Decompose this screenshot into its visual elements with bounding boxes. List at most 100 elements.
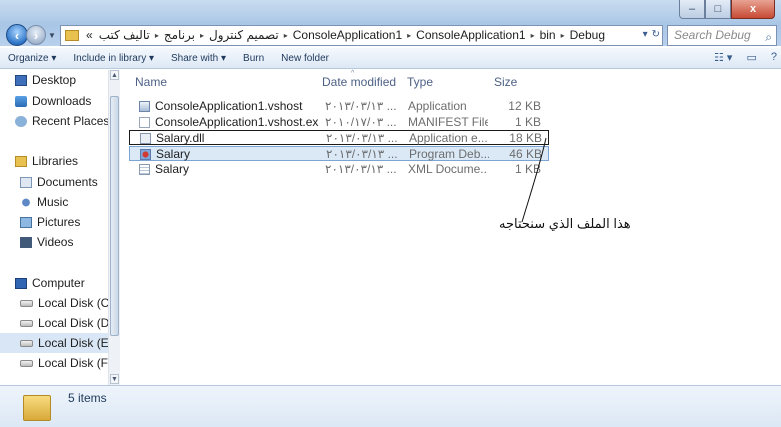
pictures-icon [20,216,32,228]
breadcrumb-item[interactable]: تاليف كتب [96,28,153,42]
address-dropdown-icon[interactable]: ▾ [643,29,648,40]
maximize-button[interactable]: □ [705,0,731,19]
organize-button[interactable]: Organize ▾ [8,53,56,64]
navigation-pane: Desktop Downloads Recent Places Librarie… [0,70,120,385]
details-pane: 5 items [0,385,781,427]
breadcrumb-item[interactable]: bin [537,28,559,42]
sidebar-item-libraries[interactable]: Libraries [0,151,110,171]
search-icon[interactable]: ⌕ [765,28,772,47]
refresh-icon[interactable]: ↻ [652,29,660,40]
sidebar-item-music[interactable]: Music [0,192,110,212]
window-controls: – □ x [679,0,775,20]
breadcrumb-arrow-icon[interactable]: ▸ [405,31,413,40]
sidebar-item-local-disk-e[interactable]: Local Disk (E:) [0,333,110,353]
command-bar: Organize ▾ Include in library ▾ Share wi… [0,48,781,69]
sidebar-item-label: Local Disk (F:) [38,356,110,370]
file-row-highlighted[interactable]: Salary.dll ٢٠١٣/٠٣/١٣ ... Application e.… [129,130,549,145]
scrollbar-thumb[interactable] [110,96,119,336]
breadcrumb-overflow[interactable]: « [83,28,96,42]
downloads-icon [15,95,27,107]
exe-icon [139,100,150,112]
navigation-pane-scrollbar[interactable]: ▲ ▼ [108,70,120,385]
breadcrumb-arrow-icon[interactable]: ▸ [153,31,161,40]
preview-pane-icon[interactable]: ▭ [746,51,756,64]
address-bar[interactable]: « تاليف كتب ▸ برنامج ▸ تصميم كنترول ▸ Conso… [60,24,663,46]
file-name-cell: Salary [140,147,320,161]
computer-icon [15,277,27,289]
sidebar-item-documents[interactable]: Documents [0,172,110,192]
include-in-library-button[interactable]: Include in library ▾ [73,53,154,64]
minimize-button[interactable]: – [679,0,705,19]
breadcrumb-arrow-icon[interactable]: ▸ [198,31,206,40]
search-input[interactable]: Search Debug ⌕ [667,24,777,47]
file-type: MANIFEST File [408,115,488,129]
sidebar-item-local-disk-d[interactable]: Local Disk (D:) [0,313,110,333]
back-button[interactable]: ‹ [6,24,28,46]
sidebar-item-local-disk-c[interactable]: Local Disk (C:) [0,293,110,313]
sidebar-item-label: Local Disk (D:) [38,316,110,330]
items-count: 5 items [68,391,107,405]
pdb-icon [140,148,151,160]
help-icon[interactable]: ? [771,51,777,64]
sidebar-item-computer[interactable]: Computer [0,273,110,293]
file-name-cell: Salary.dll [140,131,320,145]
disk-icon [20,339,33,347]
disk-icon [20,319,33,327]
file-date: ٢٠١٣/٠٣/١٣ ... [326,147,398,161]
sidebar-item-label: Local Disk (C:) [38,296,110,310]
sidebar-item-label: Pictures [37,215,81,229]
file-type: XML Docume... [408,162,488,176]
manifest-icon [139,116,150,128]
column-header-size[interactable]: Size [494,75,517,89]
sidebar-item-label: Downloads [32,94,92,108]
change-view-icon[interactable]: ☷ ▾ [714,51,732,64]
breadcrumb-item[interactable]: ConsoleApplication1 [290,28,405,42]
file-row-selected[interactable]: Salary ٢٠١٣/٠٣/١٣ ... Program Deb... 46 … [129,146,549,161]
file-size: 1 KB [514,115,541,129]
breadcrumb-item[interactable]: ConsoleApplication1 [413,28,528,42]
sidebar-item-pictures[interactable]: Pictures [0,212,110,232]
breadcrumb-arrow-icon[interactable]: ▸ [559,31,567,40]
breadcrumb-item[interactable]: برنامج [161,28,198,42]
search-placeholder: Search Debug [674,27,751,42]
close-button[interactable]: x [731,0,775,19]
column-header-type[interactable]: Type [407,75,433,89]
navigation-row: ‹ › ▼ « تاليف كتب ▸ برنامج ▸ تصميم كنترول ▸… [6,24,777,46]
file-size: 18 KB [509,131,542,145]
breadcrumb-arrow-icon[interactable]: ▸ [282,31,290,40]
file-name-cell: ConsoleApplication1.vshost [139,99,319,113]
desktop-icon [15,74,27,86]
file-row[interactable]: ConsoleApplication1.vshost ٢٠١٣/٠٣/١٣ ..… [129,99,549,114]
breadcrumb-item[interactable]: تصميم كنترول [206,28,282,42]
file-name: ConsoleApplication1.vshost [155,99,303,113]
column-header-date[interactable]: Date modified [322,75,396,89]
file-name: Salary [156,147,191,161]
share-with-button[interactable]: Share with ▾ [171,53,226,64]
column-header-name[interactable]: Name [135,75,167,89]
sidebar-item-recent-places[interactable]: Recent Places [0,111,110,131]
scroll-up-icon[interactable]: ▲ [110,70,119,80]
file-row[interactable]: Salary ٢٠١٣/٠٣/١٣ ... XML Docume... 1 KB [129,162,549,177]
sidebar-item-local-disk-f[interactable]: Local Disk (F:) [0,353,110,373]
burn-button[interactable]: Burn [243,53,264,64]
breadcrumb-item[interactable]: Debug [567,28,608,42]
file-date: ٢٠١٠/١٧/٠٣ ... [325,115,397,129]
libraries-icon [15,155,27,167]
scroll-down-icon[interactable]: ▼ [110,374,119,384]
file-list: ^ Name Date modified Type Size ConsoleAp… [121,70,781,385]
file-row[interactable]: ConsoleApplication1.vshost.ex... ٢٠١٠/١٧… [129,115,549,130]
title-bar: – □ x ‹ › ▼ « تاليف كتب ▸ برنامج ▸ تصميم ك… [0,0,781,46]
sidebar-item-downloads[interactable]: Downloads [0,91,110,111]
forward-button[interactable]: › [26,25,46,45]
sidebar-item-videos[interactable]: Videos [0,232,110,252]
sidebar-item-label: Computer [32,276,85,290]
breadcrumb: « تاليف كتب ▸ برنامج ▸ تصميم كنترول ▸ Conso… [83,28,608,42]
file-name: ConsoleApplication1.vshost.ex... [155,115,319,129]
file-size: 1 KB [514,162,541,176]
address-actions: ▾ ↻ [643,29,660,40]
sidebar-item-desktop[interactable]: Desktop [0,70,110,90]
new-folder-button[interactable]: New folder [281,53,329,64]
recent-pages-dropdown[interactable]: ▼ [48,31,56,40]
breadcrumb-arrow-icon[interactable]: ▸ [529,31,537,40]
file-name: Salary [155,162,190,176]
